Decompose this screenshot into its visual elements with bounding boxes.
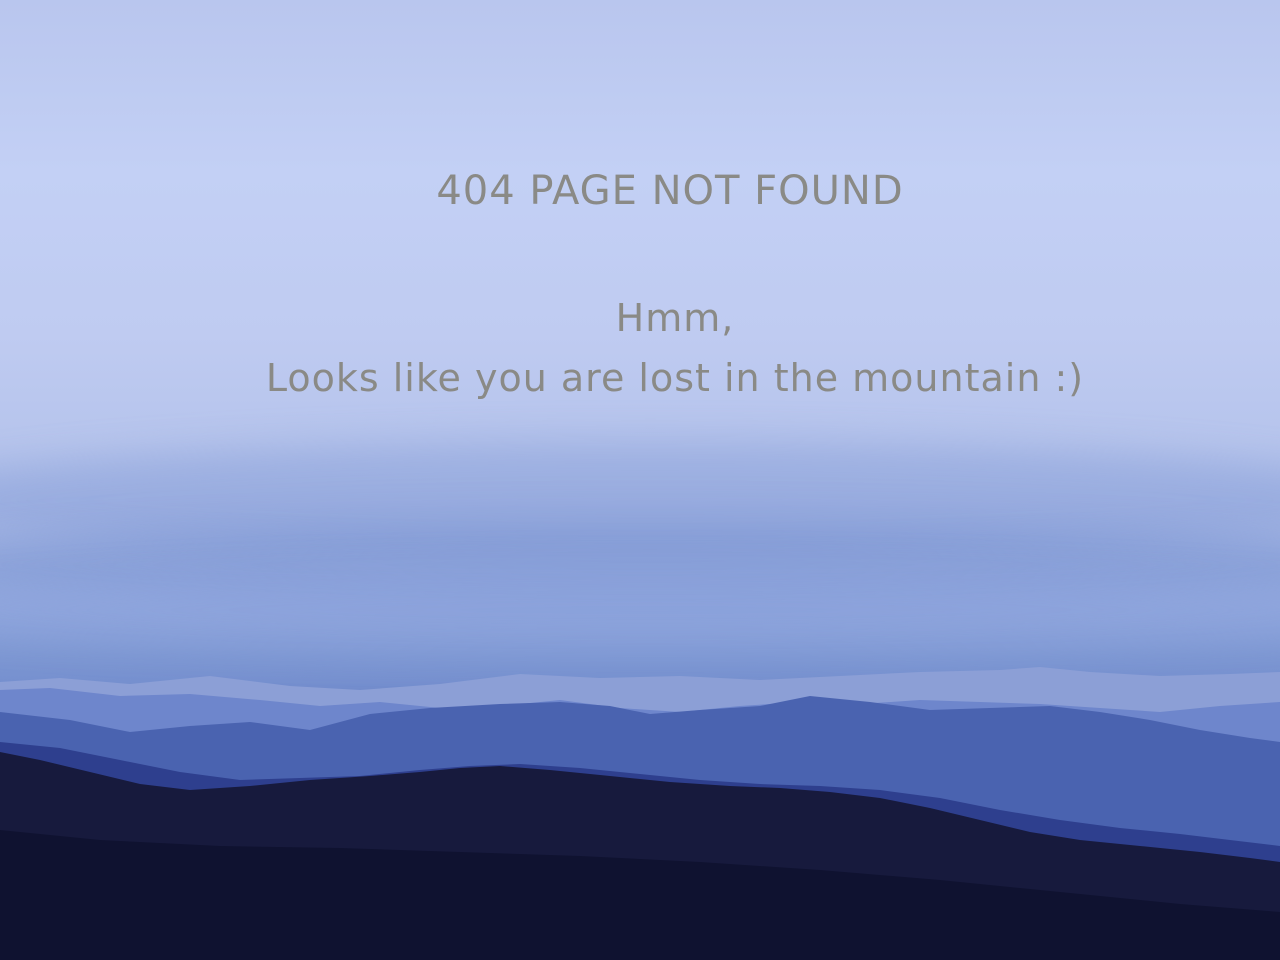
mountain-landscape-image bbox=[0, 667, 1280, 960]
error-message-line-1: Hmm, bbox=[615, 296, 735, 340]
error-page: 404 PAGE NOT FOUND Hmm, Looks like you a… bbox=[0, 0, 1280, 960]
error-message-line-2: Looks like you are lost in the mountain … bbox=[265, 356, 1085, 400]
error-title: 404 PAGE NOT FOUND bbox=[436, 168, 904, 214]
